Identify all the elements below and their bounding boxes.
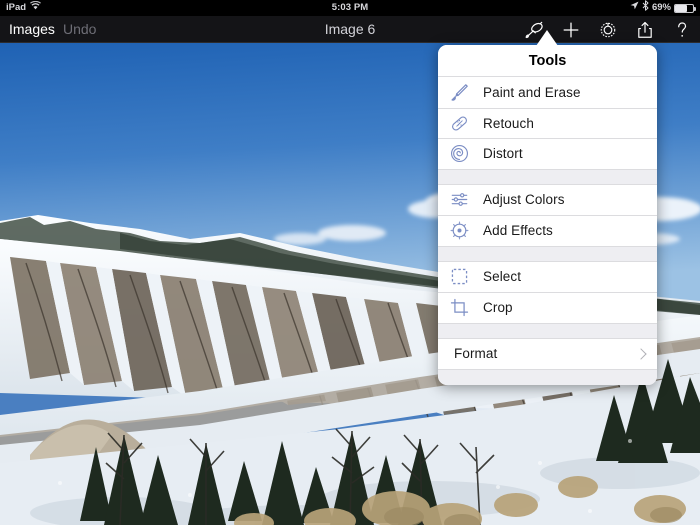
menu-item-crop[interactable]: Crop	[438, 292, 657, 323]
crop-icon	[449, 297, 470, 318]
menu-item-label: Select	[483, 269, 522, 285]
menu-item-paint-and-erase[interactable]: Paint and Erase	[438, 77, 657, 108]
menu-item-distort[interactable]: Distort	[438, 138, 657, 169]
location-arrow-icon	[630, 0, 639, 16]
menu-item-retouch[interactable]: Retouch	[438, 107, 657, 138]
menu-item-label: Crop	[483, 300, 513, 316]
share-icon[interactable]	[635, 20, 655, 40]
effects-icon	[449, 220, 470, 241]
menu-item-select[interactable]: Select	[438, 261, 657, 292]
ipad-screen: iPad 5:03 PM 69% Images Undo Image 6 Too…	[0, 0, 700, 525]
battery-icon	[674, 3, 696, 13]
gear-icon[interactable]	[598, 20, 618, 40]
menu-item-label: Paint and Erase	[483, 84, 581, 100]
popover-arrow	[536, 30, 558, 46]
status-bar-right: 69%	[630, 0, 696, 17]
nav-toolbar: Images Undo Image 6	[0, 16, 700, 43]
popover-title: Tools	[438, 45, 657, 77]
menu-item-label: Distort	[483, 146, 523, 162]
bandage-icon	[449, 113, 470, 134]
menu-group-separator	[438, 168, 657, 185]
menu-item-label: Retouch	[483, 115, 534, 131]
battery-percent: 69%	[651, 2, 671, 13]
status-bar: iPad 5:03 PM 69%	[0, 0, 700, 16]
select-dashed-icon	[449, 266, 470, 287]
menu-item-label: Add Effects	[483, 223, 553, 239]
menu-item-label: Adjust Colors	[483, 192, 565, 208]
menu-item-format[interactable]: Format	[438, 338, 657, 369]
tools-popover: Tools Paint and Erase Retouch Distort Ad…	[438, 45, 657, 385]
menu-item-add-effects[interactable]: Add Effects	[438, 215, 657, 246]
chevron-right-icon	[635, 348, 647, 360]
bluetooth-icon	[642, 0, 649, 17]
popover-footer	[438, 369, 657, 385]
sliders-icon	[449, 189, 470, 210]
help-icon[interactable]	[672, 20, 692, 40]
menu-item-adjust-colors[interactable]: Adjust Colors	[438, 184, 657, 215]
spiral-icon	[449, 143, 470, 164]
menu-group-separator	[438, 322, 657, 339]
menu-group-separator	[438, 245, 657, 262]
status-bar-time: 5:03 PM	[331, 2, 369, 13]
menu-item-label: Format	[454, 346, 498, 362]
paintbrush-icon	[449, 82, 470, 103]
plus-icon[interactable]	[561, 20, 581, 40]
